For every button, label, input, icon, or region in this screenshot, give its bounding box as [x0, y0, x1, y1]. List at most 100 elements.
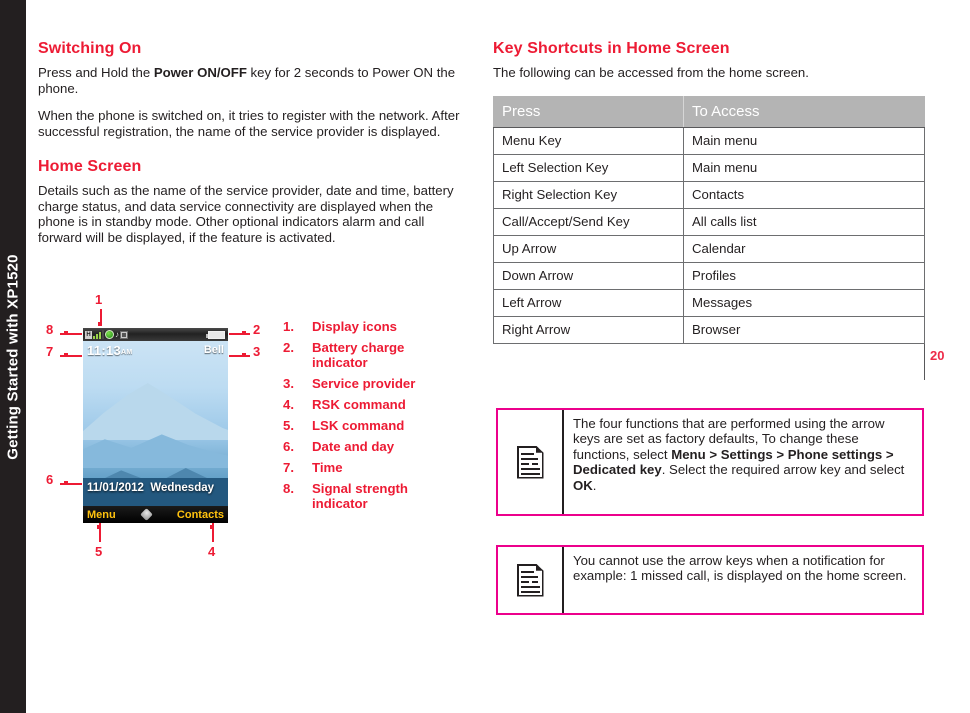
- table-row: Down Arrow Profiles: [493, 261, 925, 290]
- table-row: Menu Key Main menu: [493, 126, 925, 155]
- right-softkey-label: Contacts: [176, 508, 224, 521]
- legend-item-number: 6.: [283, 439, 294, 454]
- paragraph-power-on-pre: Press and Hold the: [38, 65, 154, 80]
- callout-7-dot: [64, 353, 68, 357]
- paragraph-power-on: Press and Hold the Power ON/OFF key for …: [38, 65, 463, 96]
- note-text: You cannot use the arrow keys when a not…: [564, 547, 922, 613]
- legend-item-number: 3.: [283, 376, 294, 391]
- left-text-column: Switching On Press and Hold the Power ON…: [38, 40, 463, 257]
- heading-key-shortcuts: Key Shortcuts in Home Screen: [493, 40, 730, 57]
- callout-6: 6: [46, 472, 54, 487]
- cell-access: Main menu: [683, 153, 925, 182]
- signal-strength-icon: [93, 330, 104, 339]
- wallpaper-far-mountain: [83, 383, 228, 440]
- note-box-notification-limit: You cannot use the arrow keys when a not…: [496, 545, 924, 615]
- table-row: Left Arrow Messages: [493, 288, 925, 317]
- paragraph-network-registration: When the phone is switched on, it tries …: [38, 108, 460, 139]
- phone-softkey-bar: Menu Contacts: [83, 506, 228, 523]
- paragraph-key-shortcuts-intro: The following can be accessed from the h…: [493, 65, 809, 80]
- phone-clock-time: 11:13: [87, 343, 122, 358]
- legend-item: 1. Display icons: [283, 319, 463, 334]
- callout-5: 5: [95, 544, 103, 559]
- cell-press: Left Selection Key: [493, 153, 684, 182]
- cell-press: Right Selection Key: [493, 180, 684, 209]
- legend-item: 2. Battery charge indicator: [283, 340, 463, 370]
- callout-4: 4: [208, 544, 216, 559]
- legend-item-number: 7.: [283, 460, 294, 475]
- phone-clock-meridiem: AM: [121, 349, 133, 356]
- cell-access: Calendar: [683, 234, 925, 263]
- heading-home-screen: Home Screen: [38, 158, 142, 175]
- phone-carrier-name: Bell: [203, 344, 224, 356]
- callout-7: 7: [46, 344, 54, 359]
- note-text-segment: . Select the required arrow key and sele…: [661, 462, 905, 478]
- legend-item-label: Date and day: [312, 439, 395, 454]
- cell-access: Profiles: [683, 261, 925, 290]
- legend-item-number: 8.: [283, 481, 294, 496]
- battery-icon: [206, 331, 225, 339]
- power-onoff-key-emphasis: Power ON/OFF: [153, 65, 247, 80]
- note-text-segment: You cannot use the arrow keys when a not…: [573, 553, 907, 584]
- legend-item-number: 5.: [283, 418, 294, 433]
- callout-8: 8: [46, 322, 54, 337]
- phone-clock: 11:13AM: [87, 343, 133, 358]
- note-text-emphasis: OK: [573, 477, 593, 493]
- legend-item-number: 2.: [283, 340, 294, 355]
- note-text: The four functions that are performed us…: [564, 410, 922, 514]
- paragraph-home-screen-details: Details such as the name of the service …: [38, 183, 454, 245]
- note-icon-cell: [498, 547, 564, 613]
- legend-item-number: 4.: [283, 397, 294, 412]
- cell-access: Messages: [683, 288, 925, 317]
- phone-status-bar: H ♪: [83, 328, 228, 341]
- legend-item: 6. Date and day: [283, 439, 463, 454]
- figure-legend: 1. Display icons 2. Battery charge indic…: [283, 319, 463, 517]
- legend-item-number: 1.: [283, 319, 294, 334]
- legend-item: 4. RSK command: [283, 397, 463, 412]
- table-header-row: Press To Access: [493, 95, 925, 128]
- cell-access: All calls list: [683, 207, 925, 236]
- callout-5-dot: [97, 525, 101, 529]
- callout-3-leader: [229, 355, 250, 357]
- cell-press: Down Arrow: [493, 261, 684, 290]
- phone-day-value: Wednesday: [150, 482, 215, 494]
- cell-press: Up Arrow: [493, 234, 684, 263]
- callout-3: 3: [253, 344, 261, 359]
- cell-access: Main menu: [683, 126, 925, 155]
- data-connection-icon: [105, 330, 114, 339]
- key-shortcuts-table: Press To Access Menu Key Main menu Left …: [493, 95, 925, 344]
- center-navigation-icon: [139, 508, 153, 521]
- legend-item-label: Time: [312, 460, 343, 475]
- table-row: Right Selection Key Contacts: [493, 180, 925, 209]
- home-screen-figure: H ♪ 11:13AM Bell 11/01/2012 Wednesday Me…: [38, 292, 278, 572]
- memory-card-icon: [120, 330, 128, 339]
- left-softkey-label: Menu: [87, 508, 116, 521]
- note-icon-cell: [498, 410, 564, 514]
- callout-2-leader: [229, 333, 250, 335]
- callout-8-dot: [64, 331, 68, 335]
- legend-item-label: Service provider: [312, 376, 416, 391]
- column-header-press: Press: [493, 95, 684, 128]
- table-row: Right Arrow Browser: [493, 315, 925, 344]
- callout-6-dot: [64, 481, 68, 485]
- callout-1: 1: [95, 292, 103, 307]
- phone-status-icons: H ♪: [85, 330, 128, 339]
- callout-3-dot: [242, 353, 246, 357]
- right-text-column: Key Shortcuts in Home Screen The followi…: [493, 40, 925, 344]
- phone-screen-mock: H ♪ 11:13AM Bell 11/01/2012 Wednesday Me…: [83, 328, 228, 523]
- chapter-tab: Getting Started with XP1520: [0, 0, 26, 713]
- cell-press: Call/Accept/Send Key: [493, 207, 684, 236]
- legend-item: 7. Time: [283, 460, 463, 475]
- legend-item-label: Signal strength indicator: [312, 481, 408, 511]
- cell-press: Right Arrow: [493, 315, 684, 344]
- legend-item-label: Display icons: [312, 319, 398, 334]
- phone-date-and-day: 11/01/2012 Wednesday: [87, 482, 214, 494]
- cell-access: Contacts: [683, 180, 925, 209]
- note-document-icon: [516, 563, 544, 597]
- legend-item: 5. LSK command: [283, 418, 463, 433]
- page-number: 20: [930, 348, 945, 363]
- legend-item: 3. Service provider: [283, 376, 463, 391]
- table-row: Left Selection Key Main menu: [493, 153, 925, 182]
- column-header-to-access: To Access: [683, 95, 925, 128]
- note-box-dedicated-key: The four functions that are performed us…: [496, 408, 924, 516]
- note-text-segment: .: [592, 477, 597, 493]
